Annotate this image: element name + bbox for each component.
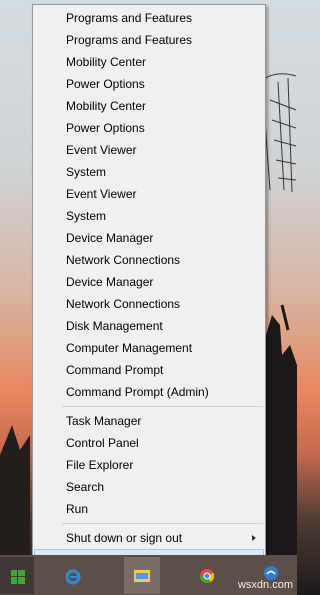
menu-item-command-prompt-admin[interactable]: Command Prompt (Admin)	[34, 381, 264, 403]
menu-item-mobility-center[interactable]: Mobility Center	[34, 51, 264, 73]
menu-item-event-viewer[interactable]: Event Viewer	[34, 139, 264, 161]
menu-item-power-options[interactable]: Power Options	[34, 73, 264, 95]
menu-item-programs-and-features-2[interactable]: Programs and Features	[34, 29, 264, 51]
menu-item-task-manager[interactable]: Task Manager	[34, 410, 264, 432]
menu-item-search[interactable]: Search	[34, 476, 264, 498]
menu-item-power-options-2[interactable]: Power Options	[34, 117, 264, 139]
chrome-icon	[200, 569, 215, 583]
menu-item-device-manager-2[interactable]: Device Manager	[34, 271, 264, 293]
start-button[interactable]	[0, 557, 34, 594]
menu-item-file-explorer[interactable]: File Explorer	[34, 454, 264, 476]
menu-item-programs-and-features[interactable]: Programs and Features	[34, 7, 264, 29]
windows-logo-icon	[11, 570, 25, 584]
menu-item-control-panel[interactable]: Control Panel	[34, 432, 264, 454]
menu-item-network-connections-2[interactable]: Network Connections	[34, 293, 264, 315]
menu-item-system[interactable]: System	[34, 161, 264, 183]
taskbar: wsxdn.com	[0, 555, 297, 595]
menu-item-shut-down-or-sign-out[interactable]: Shut down or sign out	[34, 527, 264, 549]
watermark-text: wsxdn.com	[237, 579, 293, 591]
menu-item-system-2[interactable]: System	[34, 205, 264, 227]
menu-item-command-prompt[interactable]: Command Prompt	[34, 359, 264, 381]
taskbar-chrome[interactable]	[190, 557, 224, 594]
menu-item-event-viewer-2[interactable]: Event Viewer	[34, 183, 264, 205]
taskbar-file-explorer[interactable]	[124, 557, 160, 594]
winx-context-menu: Programs and Features Programs and Featu…	[32, 4, 266, 578]
menu-item-computer-management[interactable]: Computer Management	[34, 337, 264, 359]
menu-item-device-manager[interactable]: Device Manager	[34, 227, 264, 249]
menu-separator	[62, 406, 263, 407]
taskbar-internet-explorer[interactable]	[56, 557, 90, 594]
menu-item-run[interactable]: Run	[34, 498, 264, 520]
menu-item-network-connections[interactable]: Network Connections	[34, 249, 264, 271]
menu-separator	[62, 523, 263, 524]
submenu-arrow-icon	[252, 535, 256, 541]
file-explorer-icon	[134, 570, 150, 582]
menu-item-disk-management[interactable]: Disk Management	[34, 315, 264, 337]
menu-item-mobility-center-2[interactable]: Mobility Center	[34, 95, 264, 117]
menu-item-label: Shut down or sign out	[66, 531, 183, 545]
internet-explorer-icon	[65, 569, 81, 585]
